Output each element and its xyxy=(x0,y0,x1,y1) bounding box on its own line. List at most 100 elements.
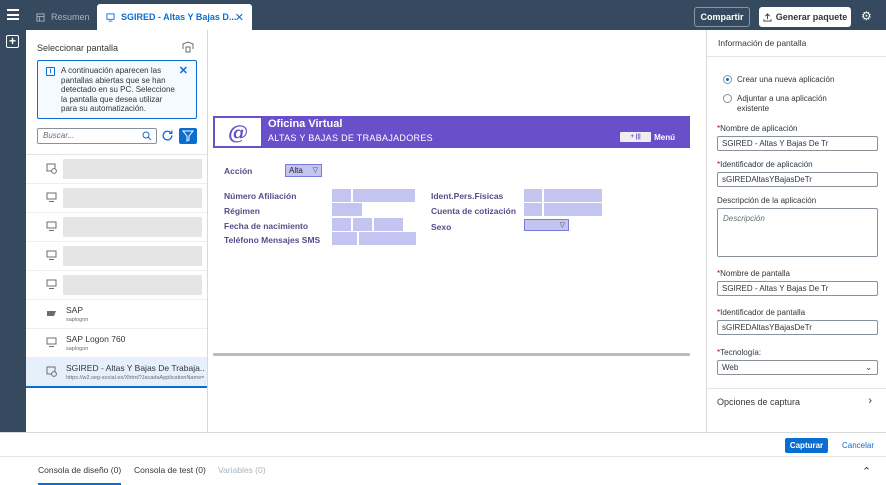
gear-icon[interactable]: ⚙ xyxy=(861,10,873,22)
menu-icon[interactable] xyxy=(7,9,19,20)
tab-test-console[interactable]: Consola de test (0) xyxy=(134,465,206,475)
capture-button[interactable]: Capturar xyxy=(785,438,828,453)
browser-screen-icon xyxy=(46,163,57,174)
field-label: Sexo xyxy=(431,222,452,232)
refresh-icon[interactable] xyxy=(161,129,174,142)
cancel-button[interactable]: Cancelar xyxy=(838,438,878,453)
label-text: Tecnología: xyxy=(720,348,762,357)
app-id-label: *Identificador de aplicación xyxy=(717,160,813,169)
radio-existing-app[interactable] xyxy=(723,94,732,103)
capture-screen-icon[interactable] xyxy=(182,41,194,53)
field-input[interactable] xyxy=(332,218,351,231)
browser-screen-icon xyxy=(46,366,57,377)
app-desc-textarea[interactable]: Descripción xyxy=(717,208,878,257)
divider xyxy=(707,388,886,389)
list-item[interactable] xyxy=(26,184,207,213)
list-item-sap-logon[interactable]: SAP Logon 760 saplogon xyxy=(26,329,207,358)
captured-screen-view xyxy=(208,30,706,432)
filter-button[interactable] xyxy=(179,128,197,144)
oficina-virtual-header: @ Oficina Virtual ALTAS Y BAJAS DE TRABA… xyxy=(213,116,690,148)
chevron-up-icon[interactable]: ⌃ xyxy=(862,465,871,478)
dashboard-icon xyxy=(36,12,45,22)
field-input[interactable] xyxy=(353,218,372,231)
list-item-sap[interactable]: SAP saplogon xyxy=(26,300,207,329)
chevron-down-icon: ▽ xyxy=(312,167,318,174)
label-text: Nombre de pantalla xyxy=(720,269,790,278)
tech-select[interactable]: Web ⌄ xyxy=(717,360,878,375)
monitor-icon xyxy=(46,337,57,347)
field-input[interactable] xyxy=(353,189,415,202)
list-item[interactable] xyxy=(26,213,207,242)
search-placeholder: Buscar... xyxy=(43,131,75,140)
list-item[interactable] xyxy=(26,271,207,300)
field-label: Régimen xyxy=(224,206,260,216)
radio-label: Crear una nueva aplicación xyxy=(737,75,835,84)
tab-label: Resumen xyxy=(51,12,90,22)
field-input[interactable] xyxy=(332,203,362,216)
app-id-field[interactable]: sGIREDAltasYBajasDeTr xyxy=(717,172,878,187)
close-icon[interactable]: ✕ xyxy=(235,11,244,24)
screen-info-panel: Información de pantalla Crear una nueva … xyxy=(706,30,886,432)
search-input[interactable]: Buscar... xyxy=(37,128,157,144)
field-label: Fecha de nacimiento xyxy=(224,221,309,231)
field-input[interactable] xyxy=(524,203,542,216)
field-input[interactable] xyxy=(374,218,403,231)
close-icon[interactable]: ✕ xyxy=(179,64,188,77)
tech-label: *Tecnología: xyxy=(717,348,761,357)
add-icon[interactable]: + xyxy=(6,35,19,48)
field-label: Cuenta de cotización xyxy=(431,206,517,216)
radio-label: Adjuntar a una aplicación existente xyxy=(737,94,827,113)
field-label: Teléfono Mensajes SMS xyxy=(224,235,321,245)
side-rail xyxy=(0,30,26,432)
tab-resumen[interactable]: Resumen xyxy=(28,4,96,30)
list-item[interactable] xyxy=(26,155,207,184)
panel-title: Seleccionar pantalla xyxy=(37,43,119,53)
chevron-right-icon[interactable]: › xyxy=(868,395,872,407)
monitor-icon xyxy=(46,221,57,231)
field-input[interactable] xyxy=(332,232,357,245)
ov-title: Oficina Virtual xyxy=(268,118,343,130)
field-input[interactable] xyxy=(544,189,602,202)
placeholder-bar xyxy=(63,159,202,179)
app-name-field[interactable]: SGIRED - Altas Y Bajas De Tr xyxy=(717,136,878,151)
field-input[interactable] xyxy=(332,189,351,202)
tab-variables[interactable]: Variables (0) xyxy=(218,465,266,475)
divider xyxy=(707,56,886,57)
radio-new-app[interactable] xyxy=(723,75,732,84)
tab-sgired[interactable]: SGIRED - Altas Y Bajas D... ✕ xyxy=(97,4,252,30)
item-name: SAP xyxy=(66,305,84,315)
sexo-select[interactable]: ▽ xyxy=(524,219,569,231)
tab-label: SGIRED - Altas Y Bajas D... xyxy=(121,12,237,22)
item-sub: https://w2.seg-social.es/Xhtml?JacadaApp… xyxy=(66,375,204,381)
list-item-sgired[interactable]: SGIRED - Altas Y Bajas De Trabaja... htt… xyxy=(26,358,207,388)
placeholder-bar xyxy=(63,188,202,208)
placeholder-bar xyxy=(63,246,202,266)
screen-id-field[interactable]: sGIREDAltasYBajasDeTr xyxy=(717,320,878,335)
screen-name-label: *Nombre de pantalla xyxy=(717,269,790,278)
accion-value: Alta xyxy=(289,166,303,175)
screen-name-field[interactable]: SGIRED - Altas Y Bajas De Tr xyxy=(717,281,878,296)
tab-design-console[interactable]: Consola de diseño (0) xyxy=(38,465,122,485)
item-name: SAP Logon 760 xyxy=(66,334,126,344)
share-button[interactable]: Compartir xyxy=(694,7,750,27)
search-icon[interactable] xyxy=(142,131,152,141)
accion-select[interactable]: Alta ▽ xyxy=(285,164,322,177)
ov-menu-button[interactable]: + ||| Menú xyxy=(620,132,675,142)
capture-options-link[interactable]: Opciones de captura xyxy=(717,397,800,407)
field-input[interactable] xyxy=(524,189,542,202)
list-item[interactable] xyxy=(26,242,207,271)
horizontal-scrollbar[interactable] xyxy=(213,353,690,356)
console-tabs: Consola de diseño (0) Consola de test (0… xyxy=(0,456,886,485)
shell-header: Resumen SGIRED - Altas Y Bajas D... ✕ Co… xyxy=(0,0,886,30)
info-icon: i xyxy=(46,67,55,76)
field-label: Número Afiliación xyxy=(224,191,297,201)
monitor-icon xyxy=(46,279,57,289)
field-input[interactable] xyxy=(544,203,602,216)
field-label: Ident.Pers.Físicas xyxy=(431,191,504,201)
field-input[interactable] xyxy=(359,232,416,245)
info-text: A continuación aparecen las pantallas ab… xyxy=(61,66,175,113)
seguridad-social-logo: @ xyxy=(215,118,261,146)
generate-package-button[interactable]: Generar paquete xyxy=(759,7,851,27)
item-sub: saplogon xyxy=(66,346,89,352)
screen-icon xyxy=(106,12,115,22)
